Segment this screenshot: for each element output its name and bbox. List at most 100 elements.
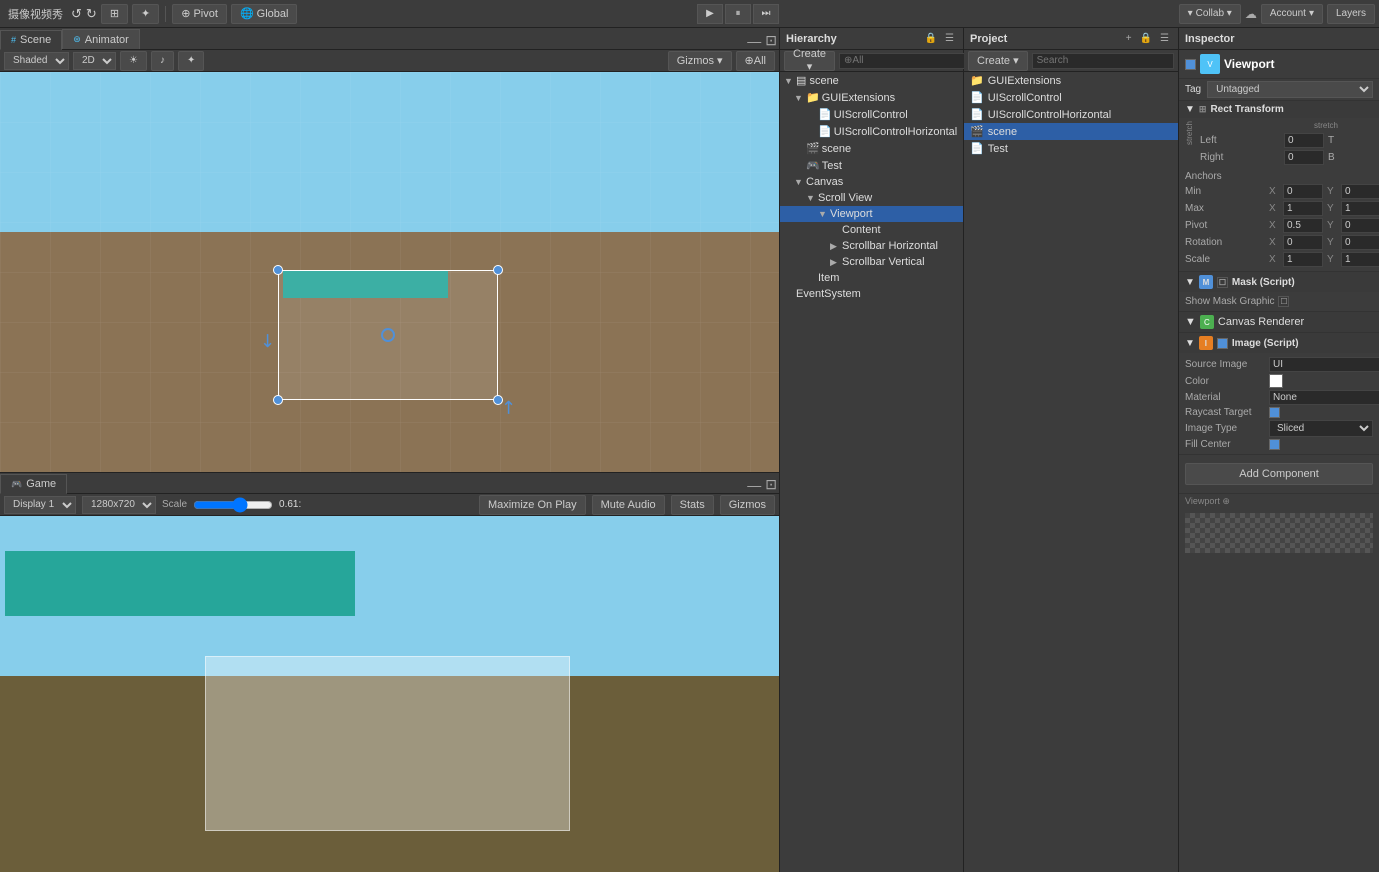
scene-selected-object[interactable]: ↙ ↗ xyxy=(278,270,498,400)
fill-center-checkbox[interactable] xyxy=(1269,439,1280,450)
max-y-input[interactable] xyxy=(1341,201,1379,216)
raycast-row: Raycast Target xyxy=(1185,406,1373,419)
handle-bl[interactable] xyxy=(273,395,283,405)
account-button[interactable]: Account ▾ xyxy=(1261,4,1323,24)
play-button[interactable]: ▶ xyxy=(697,4,723,24)
hierarchy-lock-btn[interactable]: 🔒 xyxy=(922,32,940,45)
stats-btn[interactable]: Stats xyxy=(671,495,714,515)
display-dropdown[interactable]: Display 1 xyxy=(4,496,76,514)
scene-collapse-btn[interactable]: — xyxy=(745,33,763,49)
hierarchy-item-uiscrollh[interactable]: 📄 UIScrollControlHorizontal xyxy=(780,123,963,140)
hierarchy-item-scene-root[interactable]: ▼ ▤ scene xyxy=(780,72,963,89)
hierarchy-item-scrollbarh[interactable]: ▶ Scrollbar Horizontal xyxy=(780,238,963,254)
tag-dropdown[interactable]: Untagged xyxy=(1207,81,1373,98)
component-enabled-checkbox[interactable] xyxy=(1185,59,1196,70)
pivot-y-input[interactable] xyxy=(1341,218,1379,233)
hierarchy-item-item[interactable]: Item xyxy=(780,270,963,286)
pivot-btn[interactable]: ⊕ Pivot xyxy=(172,4,227,24)
hierarchy-item-scrollview[interactable]: ▼ Scroll View xyxy=(780,190,963,206)
hierarchy-create-btn[interactable]: Create ▾ xyxy=(784,51,835,71)
sep1 xyxy=(165,6,166,22)
game-collapse-btn[interactable]: — xyxy=(745,477,763,493)
game-gizmos-btn[interactable]: Gizmos xyxy=(720,495,775,515)
project-item-uiscroll[interactable]: 📄 UIScrollControl xyxy=(964,89,1178,106)
hierarchy-item-content[interactable]: Content xyxy=(780,222,963,238)
scene-tab[interactable]: # Scene xyxy=(0,30,62,50)
lights-btn[interactable]: ☀ xyxy=(120,51,147,71)
inspector-scroll[interactable]: V Viewport Tag Untagged ▼ ⊞ Rect Transfo… xyxy=(1179,50,1379,872)
source-image-input[interactable] xyxy=(1269,357,1379,372)
handle-tr[interactable] xyxy=(493,265,503,275)
undo-icon[interactable]: ↺ xyxy=(71,6,82,22)
collab-button[interactable]: ▾ Collab ▾ xyxy=(1179,4,1241,24)
hierarchy-item-scrollbarv[interactable]: ▶ Scrollbar Vertical xyxy=(780,254,963,270)
game-max-btn[interactable]: ⊡ xyxy=(763,476,779,493)
rect-transform-header[interactable]: ▼ ⊞ Rect Transform xyxy=(1179,101,1379,118)
hierarchy-item-viewport[interactable]: ▼ Viewport xyxy=(780,206,963,222)
2d-dropdown[interactable]: 2D xyxy=(73,52,116,70)
redo-icon[interactable]: ↻ xyxy=(86,6,97,22)
all-btn[interactable]: ⊕All xyxy=(736,51,775,71)
canvas-renderer-header[interactable]: ▼ C Canvas Renderer xyxy=(1179,312,1379,332)
scale-x-input[interactable] xyxy=(1283,252,1323,267)
shaded-dropdown[interactable]: Shaded xyxy=(4,52,69,70)
move-tool-btn[interactable]: ✦ xyxy=(132,4,159,24)
rot-x-input[interactable] xyxy=(1283,235,1323,250)
hierarchy-search[interactable] xyxy=(839,53,981,69)
handle-tl[interactable] xyxy=(273,265,283,275)
project-search[interactable] xyxy=(1032,53,1174,69)
mask-enabled-checkbox[interactable]: ☐ xyxy=(1217,277,1228,288)
step-button[interactable]: ⏭ xyxy=(753,4,779,24)
image-script-header[interactable]: ▼ I Image (Script) xyxy=(1179,333,1379,353)
mask-script-header[interactable]: ▼ M ☐ Mask (Script) xyxy=(1179,272,1379,292)
scale-slider[interactable] xyxy=(193,497,273,513)
hierarchy-item-test[interactable]: 🎮 Test xyxy=(780,157,963,174)
project-create-btn[interactable]: Create ▾ xyxy=(968,51,1028,71)
show-mask-checkbox[interactable]: ☐ xyxy=(1278,296,1289,307)
game-tab[interactable]: 🎮 Game xyxy=(0,474,67,494)
project-item-guiext[interactable]: 📁 GUIExtensions xyxy=(964,72,1178,89)
hierarchy-menu-btn[interactable]: ☰ xyxy=(942,32,957,45)
project-item-uiscrollh[interactable]: 📄 UIScrollControlHorizontal xyxy=(964,106,1178,123)
gizmos-btn[interactable]: Gizmos ▾ xyxy=(668,51,732,71)
rect-tool-btn[interactable]: ⊞ xyxy=(101,4,128,24)
scale-y-input[interactable] xyxy=(1341,252,1379,267)
game-viewport[interactable] xyxy=(0,516,779,872)
hierarchy-item-canvas[interactable]: ▼ Canvas xyxy=(780,174,963,190)
hierarchy-item-guiextensions[interactable]: ▼ 📁 GUIExtensions xyxy=(780,89,963,106)
scene-viewport[interactable]: ↙ ↗ xyxy=(0,72,779,472)
project-add-btn[interactable]: + xyxy=(1123,32,1135,45)
effects-btn[interactable]: ✦ xyxy=(178,51,204,71)
maximize-btn[interactable]: Maximize On Play xyxy=(479,495,586,515)
global-btn[interactable]: 🌐 Global xyxy=(231,4,298,24)
pivot-x-input[interactable] xyxy=(1283,218,1323,233)
min-x-input[interactable] xyxy=(1283,184,1323,199)
material-input[interactable] xyxy=(1269,390,1379,405)
rot-y-input[interactable] xyxy=(1341,235,1379,250)
right-input[interactable] xyxy=(1284,150,1324,165)
image-type-dropdown[interactable]: Sliced xyxy=(1269,420,1373,437)
resolution-dropdown[interactable]: 1280x720 xyxy=(82,496,156,514)
hierarchy-item-uiscroll[interactable]: 📄 UIScrollControl xyxy=(780,106,963,123)
project-lock-btn[interactable]: 🔒 xyxy=(1137,32,1155,45)
hierarchy-item-label-test: Test xyxy=(822,160,842,172)
max-x-input[interactable] xyxy=(1283,201,1323,216)
raycast-checkbox[interactable] xyxy=(1269,407,1280,418)
add-component-btn[interactable]: Add Component xyxy=(1185,463,1373,485)
image-enabled-checkbox[interactable] xyxy=(1217,338,1228,349)
hierarchy-item-scene[interactable]: 🎬 scene xyxy=(780,140,963,157)
min-y-input[interactable] xyxy=(1341,184,1379,199)
layers-button[interactable]: Layers xyxy=(1327,4,1375,24)
left-input[interactable] xyxy=(1284,133,1324,148)
project-menu-btn[interactable]: ☰ xyxy=(1157,32,1172,45)
pause-button[interactable]: ⏸ xyxy=(725,4,751,24)
mute-btn[interactable]: Mute Audio xyxy=(592,495,665,515)
hierarchy-item-eventsystem[interactable]: EventSystem xyxy=(780,286,963,302)
animator-tab[interactable]: ⊛ Animator xyxy=(62,29,140,49)
color-swatch[interactable] xyxy=(1269,374,1283,388)
scene-max-btn[interactable]: ⊡ xyxy=(763,32,779,49)
project-item-scene[interactable]: 🎬 scene xyxy=(964,123,1178,140)
hierarchy-item-label-item: Item xyxy=(818,272,839,284)
audio-btn[interactable]: ♪ xyxy=(151,51,174,71)
project-item-test[interactable]: 📄 Test xyxy=(964,140,1178,157)
